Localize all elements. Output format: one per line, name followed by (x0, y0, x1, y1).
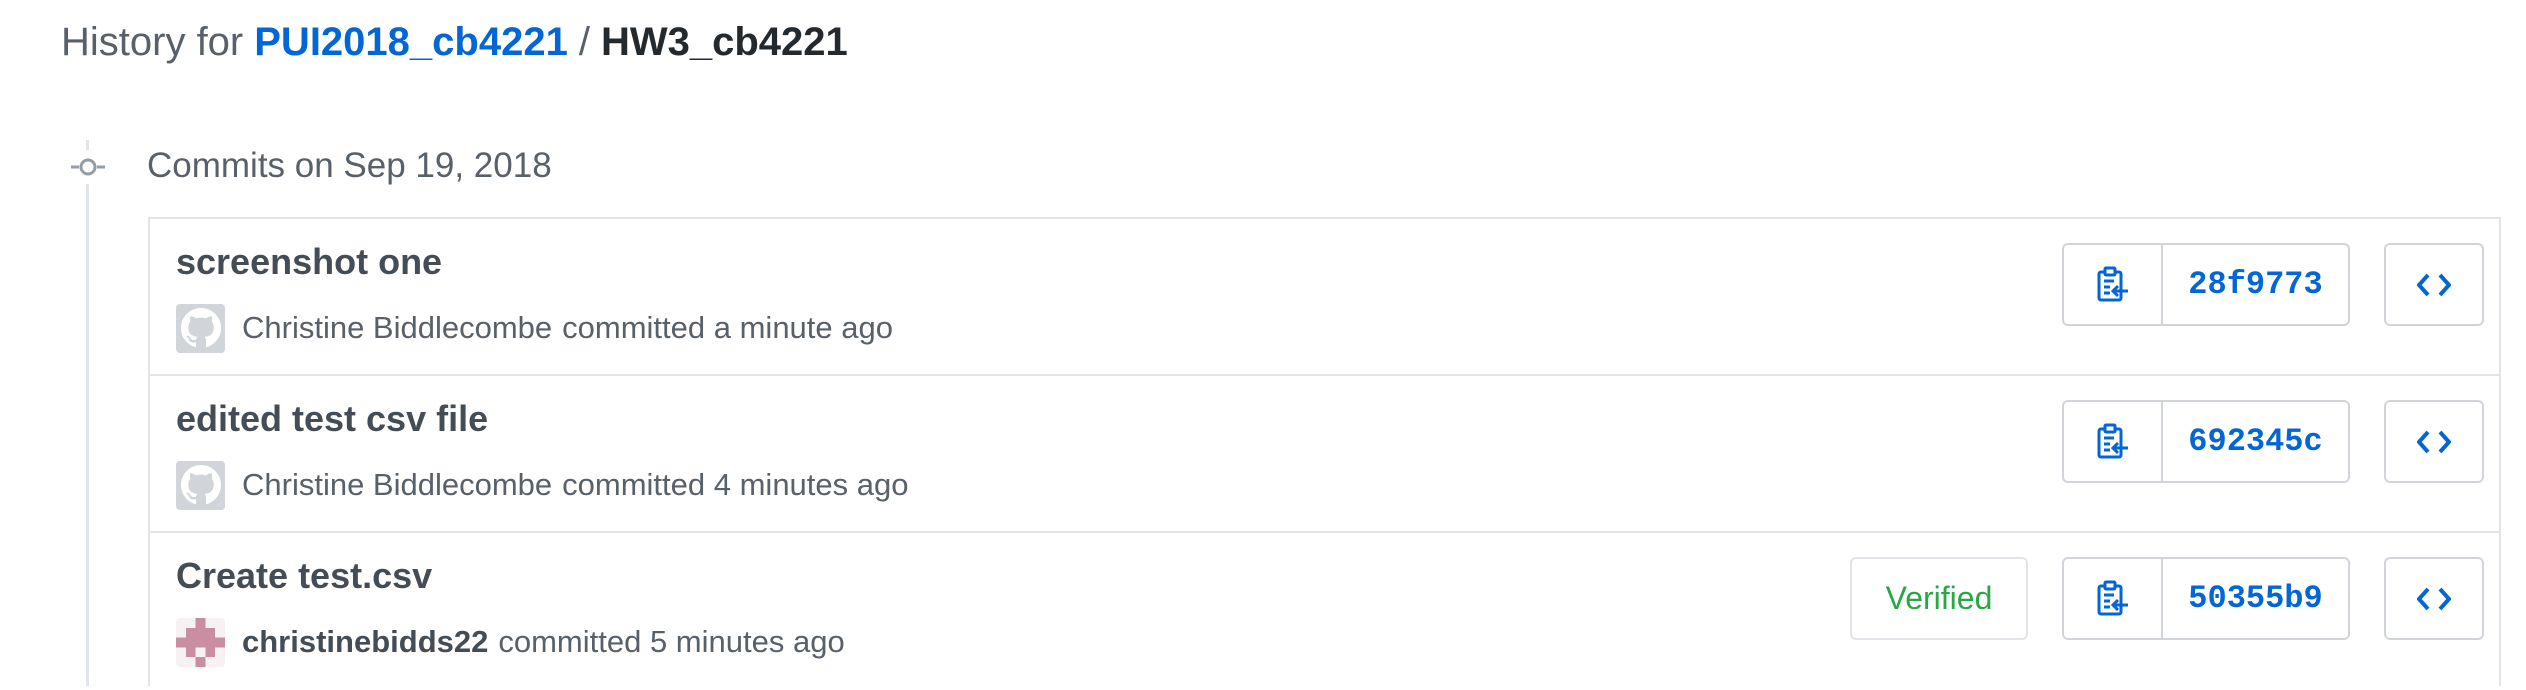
github-octocat-icon (180, 465, 221, 505)
repo-link[interactable]: PUI2018_cb4221 (254, 20, 568, 65)
commit-time: committed 5 minutes ago (498, 624, 845, 659)
commit-author[interactable]: christinebidds22 (242, 624, 488, 660)
github-octocat-icon (180, 308, 221, 348)
commit-meta: Christine Biddlecombe committed a minute… (176, 303, 893, 353)
current-path: HW3_cb4221 (600, 19, 848, 64)
code-brackets-icon (2417, 273, 2451, 296)
commit-time: committed a minute ago (562, 310, 893, 345)
history-prefix: History for (61, 19, 244, 64)
clipboard-copy-icon[interactable] (2064, 402, 2163, 481)
commit-row: edited test csv file Christine Biddlecom… (150, 376, 2499, 533)
git-commit-icon (70, 150, 106, 184)
commit-meta: Christine Biddlecombe committed 4 minute… (176, 460, 908, 510)
clipboard-copy-icon[interactable] (2064, 559, 2163, 638)
commit-meta: christinebidds22 committed 5 minutes ago (176, 617, 845, 667)
clipboard-copy-icon[interactable] (2064, 245, 2163, 324)
code-brackets-icon (2417, 430, 2451, 453)
sha-button-group: 50355b9 (2062, 557, 2350, 640)
commit-author[interactable]: Christine Biddlecombe (242, 310, 552, 346)
commit-message-link[interactable]: screenshot one (176, 241, 442, 283)
browse-repo-button[interactable] (2384, 243, 2484, 326)
sha-button-group: 28f9773 (2062, 243, 2350, 326)
commit-sha-link[interactable]: 50355b9 (2163, 559, 2348, 638)
commit-time: committed 4 minutes ago (562, 467, 909, 502)
commit-author[interactable]: Christine Biddlecombe (242, 467, 552, 503)
identicon-icon (176, 617, 225, 667)
commit-row: screenshot one Christine Biddlecombe com… (150, 219, 2499, 376)
page-title: History for PUI2018_cb4221 / HW3_cb4221 (61, 12, 848, 72)
avatar[interactable] (176, 303, 225, 353)
commit-sha-link[interactable]: 692345c (2163, 402, 2348, 481)
timeline-line (86, 140, 89, 686)
code-brackets-icon (2417, 587, 2451, 610)
commit-row: Create test.csv christinebidds22 committ… (150, 533, 2499, 690)
browse-repo-button[interactable] (2384, 400, 2484, 483)
verified-badge[interactable]: Verified (1850, 557, 2028, 640)
path-separator: / (578, 19, 590, 64)
commits-group-date: Commits on Sep 19, 2018 (147, 146, 552, 185)
avatar[interactable] (176, 617, 225, 667)
commit-list: screenshot one Christine Biddlecombe com… (148, 217, 2501, 686)
avatar[interactable] (176, 460, 225, 510)
commit-message-link[interactable]: edited test csv file (176, 398, 488, 440)
browse-repo-button[interactable] (2384, 557, 2484, 640)
commit-sha-link[interactable]: 28f9773 (2163, 245, 2348, 324)
commit-message-link[interactable]: Create test.csv (176, 555, 432, 597)
sha-button-group: 692345c (2062, 400, 2350, 483)
